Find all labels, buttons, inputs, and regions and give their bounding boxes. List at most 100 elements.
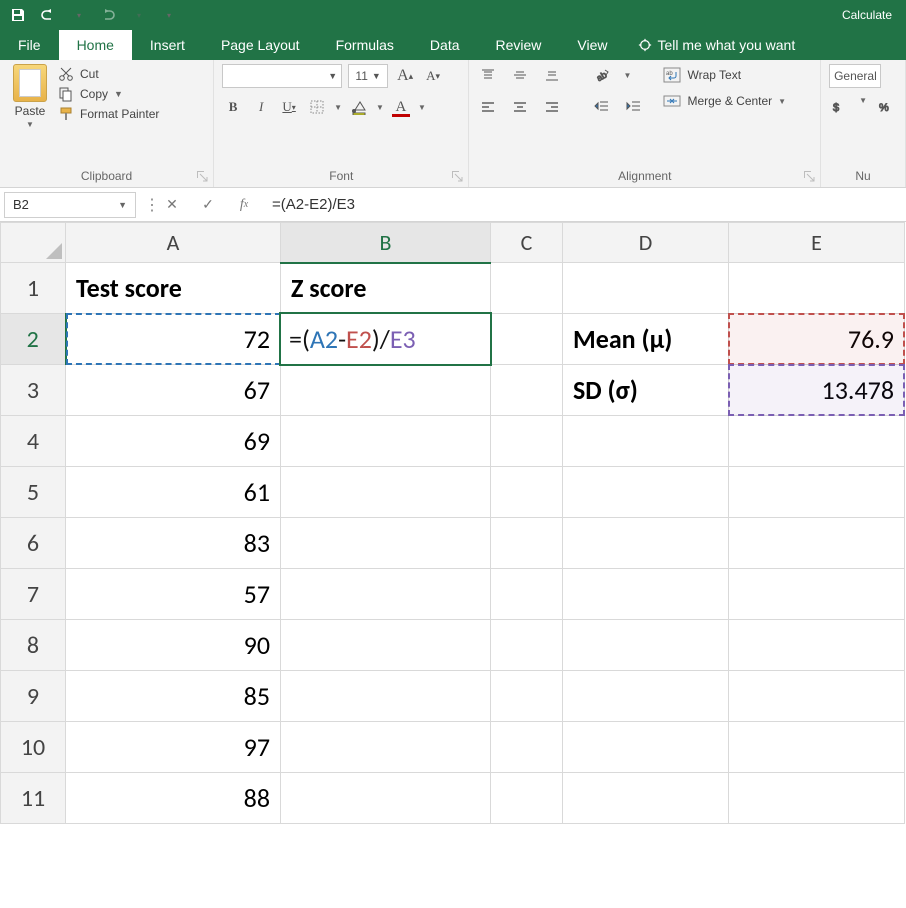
row-header-10[interactable]: 10 xyxy=(1,722,66,773)
cell-C11[interactable] xyxy=(491,773,563,824)
col-header-E[interactable]: E xyxy=(729,223,905,263)
row-header-9[interactable]: 9 xyxy=(1,671,66,722)
align-top-icon[interactable] xyxy=(477,64,499,86)
qat-customize-icon[interactable] xyxy=(160,7,176,23)
fill-color-button[interactable] xyxy=(348,96,370,118)
tab-insert[interactable]: Insert xyxy=(132,30,203,60)
col-header-A[interactable]: A xyxy=(66,223,281,263)
italic-button[interactable]: I xyxy=(250,96,272,118)
enter-formula-icon[interactable]: ✓ xyxy=(190,192,226,218)
cell-A1[interactable]: Test score xyxy=(66,263,281,314)
cell-D3[interactable]: SD (σ) xyxy=(563,365,729,416)
number-format-combo[interactable]: General xyxy=(829,64,881,88)
increase-font-icon[interactable]: A▴ xyxy=(394,65,416,87)
cell-D10[interactable] xyxy=(563,722,729,773)
align-left-icon[interactable] xyxy=(477,96,499,118)
cell-D7[interactable] xyxy=(563,569,729,620)
cell-C4[interactable] xyxy=(491,416,563,467)
format-painter-button[interactable]: Format Painter xyxy=(58,106,159,122)
undo-dropdown-icon[interactable] xyxy=(70,7,86,23)
align-center-icon[interactable] xyxy=(509,96,531,118)
tab-review[interactable]: Review xyxy=(478,30,560,60)
borders-button[interactable] xyxy=(306,96,328,118)
cut-button[interactable]: Cut xyxy=(58,66,159,82)
align-middle-icon[interactable] xyxy=(509,64,531,86)
cell-D8[interactable] xyxy=(563,620,729,671)
decrease-font-icon[interactable]: A▾ xyxy=(422,65,444,87)
tell-me[interactable]: Tell me what you want xyxy=(626,30,808,60)
cell-B8[interactable] xyxy=(281,620,491,671)
cell-C9[interactable] xyxy=(491,671,563,722)
row-header-1[interactable]: 1 xyxy=(1,263,66,314)
alignment-dialog-launcher-icon[interactable] xyxy=(802,169,816,183)
cell-B7[interactable] xyxy=(281,569,491,620)
paste-button[interactable]: Paste ▼ xyxy=(8,64,52,165)
cell-B6[interactable] xyxy=(281,518,491,569)
cell-A7[interactable]: 57 xyxy=(66,569,281,620)
cell-C8[interactable] xyxy=(491,620,563,671)
cell-E3[interactable]: 13.478 xyxy=(729,365,905,416)
cell-A11[interactable]: 88 xyxy=(66,773,281,824)
col-header-D[interactable]: D xyxy=(563,223,729,263)
name-box[interactable]: B2 ▼ xyxy=(4,192,136,218)
tab-page-layout[interactable]: Page Layout xyxy=(203,30,318,60)
tab-home[interactable]: Home xyxy=(59,30,132,60)
row-header-11[interactable]: 11 xyxy=(1,773,66,824)
cell-E8[interactable] xyxy=(729,620,905,671)
cell-A6[interactable]: 83 xyxy=(66,518,281,569)
undo-icon[interactable] xyxy=(40,7,56,23)
tab-formulas[interactable]: Formulas xyxy=(318,30,412,60)
cell-D5[interactable] xyxy=(563,467,729,518)
underline-button[interactable]: U▾ xyxy=(278,96,300,118)
cancel-formula-icon[interactable]: ✕ xyxy=(154,192,190,218)
cell-E9[interactable] xyxy=(729,671,905,722)
cell-B9[interactable] xyxy=(281,671,491,722)
row-header-8[interactable]: 8 xyxy=(1,620,66,671)
tab-file[interactable]: File xyxy=(0,30,59,60)
cell-E11[interactable] xyxy=(729,773,905,824)
cell-C1[interactable] xyxy=(491,263,563,314)
cell-B2[interactable]: =(A2-E2)/E3 xyxy=(281,314,491,365)
cell-B2-editor[interactable]: =(A2-E2)/E3 xyxy=(279,312,492,366)
cell-D6[interactable] xyxy=(563,518,729,569)
cell-E10[interactable] xyxy=(729,722,905,773)
row-header-6[interactable]: 6 xyxy=(1,518,66,569)
cell-E7[interactable] xyxy=(729,569,905,620)
cell-B4[interactable] xyxy=(281,416,491,467)
col-header-C[interactable]: C xyxy=(491,223,563,263)
cell-E2[interactable]: 76.9 xyxy=(729,314,905,365)
cell-C7[interactable] xyxy=(491,569,563,620)
copy-button[interactable]: Copy ▼ xyxy=(58,86,159,102)
cell-E4[interactable] xyxy=(729,416,905,467)
align-bottom-icon[interactable] xyxy=(541,64,563,86)
insert-function-icon[interactable]: fx xyxy=(226,192,262,218)
increase-indent-icon[interactable] xyxy=(623,96,645,118)
row-header-3[interactable]: 3 xyxy=(1,365,66,416)
cell-E5[interactable] xyxy=(729,467,905,518)
cell-A9[interactable]: 85 xyxy=(66,671,281,722)
cell-E6[interactable] xyxy=(729,518,905,569)
cell-B3[interactable] xyxy=(281,365,491,416)
font-color-button[interactable]: A xyxy=(390,96,412,118)
cell-D11[interactable] xyxy=(563,773,729,824)
redo-icon[interactable] xyxy=(100,7,116,23)
row-header-5[interactable]: 5 xyxy=(1,467,66,518)
save-icon[interactable] xyxy=(10,7,26,23)
cell-E1[interactable] xyxy=(729,263,905,314)
formula-input[interactable]: =(A2-E2)/E3 xyxy=(262,196,906,213)
col-header-B[interactable]: B xyxy=(281,223,491,263)
row-header-4[interactable]: 4 xyxy=(1,416,66,467)
cell-C3[interactable] xyxy=(491,365,563,416)
cell-A10[interactable]: 97 xyxy=(66,722,281,773)
redo-dropdown-icon[interactable] xyxy=(130,7,146,23)
cell-A8[interactable]: 90 xyxy=(66,620,281,671)
merge-center-button[interactable]: Merge & Center ▼ xyxy=(663,92,786,110)
formula-bar-opts-icon[interactable]: ⋮ xyxy=(144,195,154,215)
cell-A3[interactable]: 67 xyxy=(66,365,281,416)
cell-A4[interactable]: 69 xyxy=(66,416,281,467)
cell-B1[interactable]: Z score xyxy=(281,263,491,314)
cell-B11[interactable] xyxy=(281,773,491,824)
decrease-indent-icon[interactable] xyxy=(591,96,613,118)
orientation-icon[interactable]: ab xyxy=(591,64,613,86)
spreadsheet-grid[interactable]: A B C D E 1 Test score Z score 2 72 =(A2… xyxy=(0,222,906,908)
